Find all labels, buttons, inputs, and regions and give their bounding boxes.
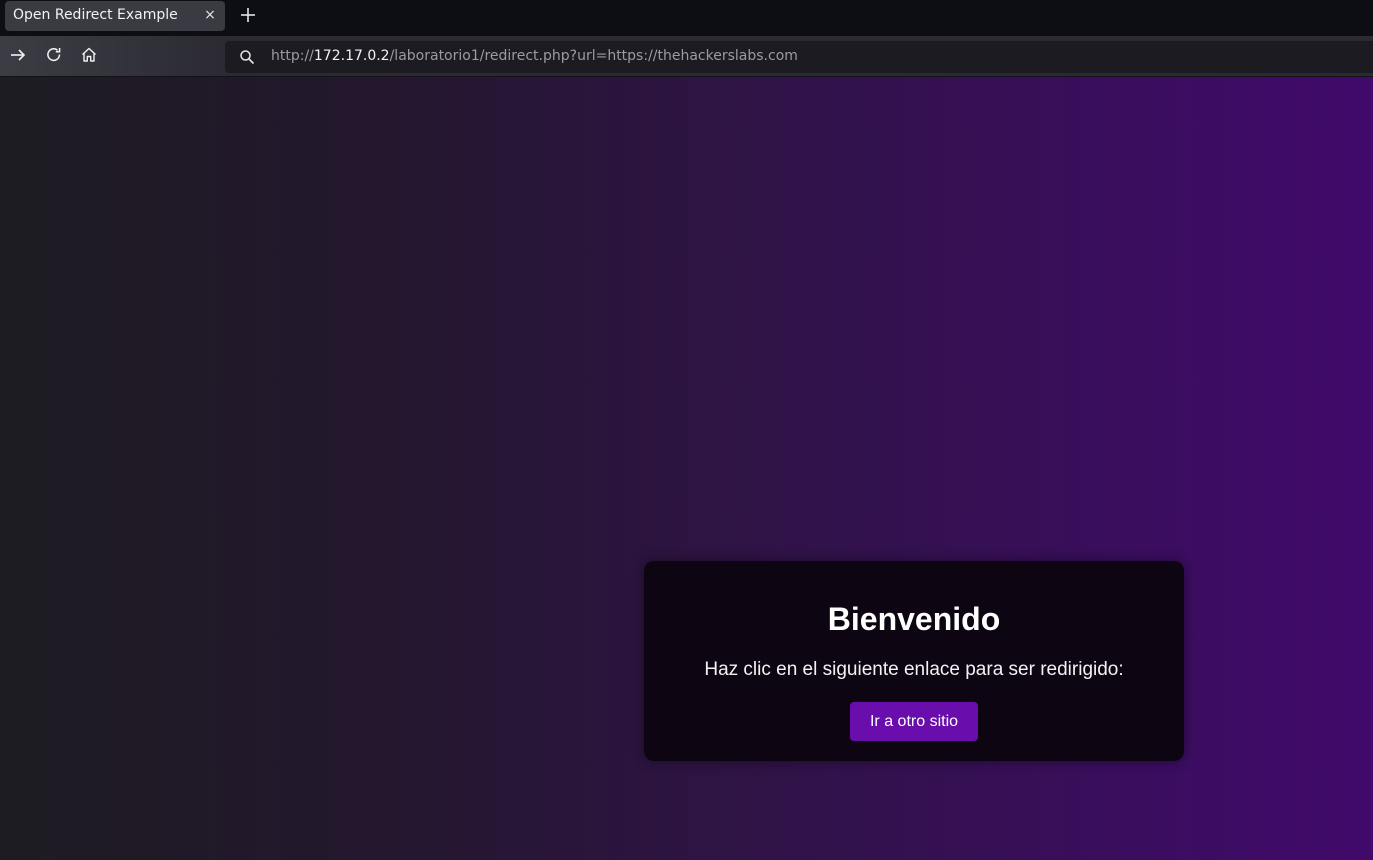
address-bar[interactable]: http://172.17.0.2/laboratorio1/redirect.… xyxy=(225,41,1373,73)
tab-title: Open Redirect Example xyxy=(13,7,178,23)
tab-strip: Open Redirect Example × xyxy=(0,0,1373,36)
redirect-link-button[interactable]: Ir a otro sitio xyxy=(850,702,978,741)
url-text[interactable]: http://172.17.0.2/laboratorio1/redirect.… xyxy=(271,48,798,64)
url-host: 172.17.0.2 xyxy=(313,48,390,64)
search-icon xyxy=(239,49,255,65)
tab-open-redirect-example[interactable]: Open Redirect Example × xyxy=(5,1,225,31)
close-icon[interactable]: × xyxy=(203,6,217,24)
redirect-instructions: Haz clic en el siguiente enlace para ser… xyxy=(704,659,1124,680)
home-icon[interactable] xyxy=(79,45,99,65)
url-prefix: http:// xyxy=(271,48,314,64)
forward-arrow-icon[interactable] xyxy=(8,45,28,65)
page-viewport: Bienvenido Haz clic en el siguiente enla… xyxy=(0,77,1373,860)
reload-icon[interactable] xyxy=(44,45,64,65)
browser-window: Open Redirect Example × http://172.17.0.… xyxy=(0,0,1373,860)
url-path: /laboratorio1/redirect.php?url=https://t… xyxy=(389,48,798,64)
navigation-toolbar: http://172.17.0.2/laboratorio1/redirect.… xyxy=(0,36,1373,77)
welcome-card: Bienvenido Haz clic en el siguiente enla… xyxy=(644,561,1184,761)
plus-icon[interactable] xyxy=(237,4,259,26)
page-title: Bienvenido xyxy=(827,601,1001,637)
